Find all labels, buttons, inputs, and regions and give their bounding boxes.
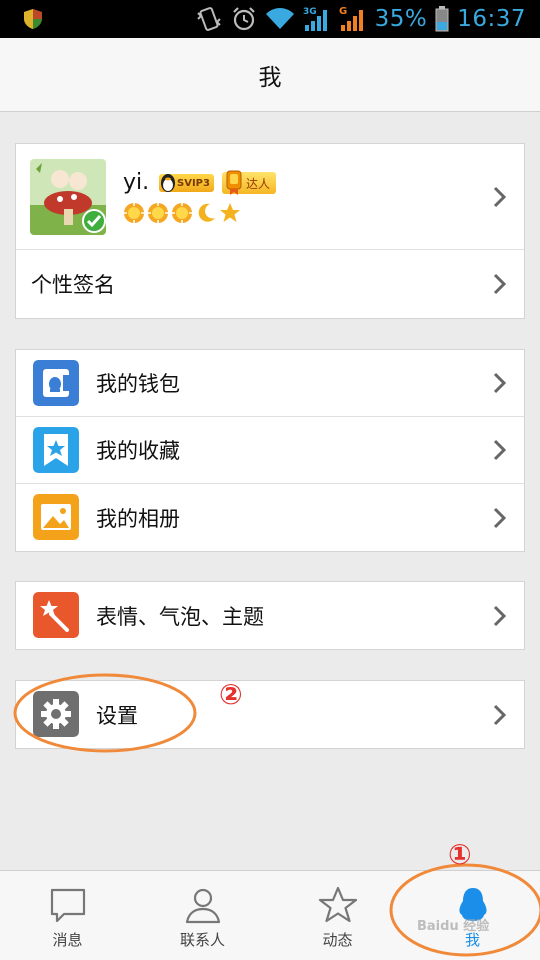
status-bar: 3G G 35% 16:37	[0, 0, 540, 38]
signal-g-icon: G	[339, 6, 363, 31]
bookmark-star-icon	[33, 427, 79, 473]
level-icons	[123, 202, 241, 224]
signature-row[interactable]: 个性签名	[16, 250, 524, 318]
signal-3g-icon: 3G	[303, 7, 327, 31]
menu-item-album[interactable]: 我的相册	[16, 484, 524, 551]
shield-icon	[24, 9, 42, 29]
moon-icon	[198, 203, 215, 222]
header: 我	[0, 38, 540, 112]
wallet-label: 我的钱包	[96, 372, 180, 396]
star-icon	[318, 886, 357, 923]
photo-icon	[33, 494, 79, 540]
menu-group-settings: 设置	[15, 680, 525, 749]
step-1-marker: ①	[448, 838, 472, 871]
wifi-icon	[265, 8, 294, 29]
contacts-icon	[185, 888, 220, 924]
svg-text:3G: 3G	[303, 7, 317, 17]
menu-item-favorites[interactable]: 我的收藏	[16, 417, 524, 484]
chevron-right-icon	[493, 372, 507, 394]
page-title: 我	[258, 64, 282, 91]
profile-card: yi. SVIP3 达人 个性签名	[15, 143, 525, 319]
gear-icon	[33, 691, 79, 737]
step-2-marker: ②	[219, 678, 243, 711]
badges: SVIP3 达人	[159, 170, 276, 195]
watermark: Baidu 经验	[417, 919, 490, 934]
clock: 16:37	[457, 6, 526, 32]
penguin-icon	[161, 174, 175, 192]
sun-icon	[172, 203, 192, 223]
chevron-right-icon	[493, 507, 507, 528]
sun-icon	[148, 203, 168, 223]
battery-icon	[435, 6, 449, 32]
svg-text:G: G	[339, 6, 347, 17]
menu-group-main: 我的钱包 我的收藏 我的相册	[15, 349, 525, 552]
vibrate-icon	[196, 7, 221, 31]
chat-bubble-icon	[50, 888, 85, 923]
menu-group-themes: 表情、气泡、主题	[15, 581, 525, 650]
signature-label: 个性签名	[31, 273, 115, 297]
magic-wand-icon	[33, 592, 79, 638]
chevron-right-icon	[493, 186, 507, 207]
tab-moments[interactable]: 动态	[270, 871, 405, 960]
chevron-right-icon	[493, 273, 507, 295]
tab-messages[interactable]: 消息	[0, 871, 135, 960]
menu-item-themes[interactable]: 表情、气泡、主题	[16, 582, 524, 649]
menu-item-settings[interactable]: 设置	[16, 681, 524, 748]
album-label: 我的相册	[96, 506, 180, 531]
settings-label: 设置	[96, 703, 138, 728]
alarm-icon	[232, 7, 255, 31]
menu-item-wallet[interactable]: 我的钱包	[16, 350, 524, 417]
tab-contacts[interactable]: 联系人	[135, 871, 270, 960]
sun-icon	[124, 203, 144, 223]
wallet-icon	[33, 360, 79, 406]
nickname: yi.	[123, 170, 150, 195]
daren-badge[interactable]: 达人	[221, 170, 276, 195]
avatar[interactable]	[30, 159, 106, 235]
chevron-right-icon	[493, 439, 507, 461]
svip-badge[interactable]: SVIP3	[159, 174, 214, 192]
favorites-label: 我的收藏	[96, 439, 180, 463]
chevron-right-icon	[493, 605, 507, 626]
profile-row[interactable]: yi. SVIP3 达人	[16, 144, 524, 250]
medal-icon	[226, 170, 242, 195]
battery-percent: 35%	[374, 6, 428, 32]
chevron-right-icon	[493, 704, 507, 725]
themes-label: 表情、气泡、主题	[96, 604, 264, 629]
star-icon	[220, 203, 240, 222]
